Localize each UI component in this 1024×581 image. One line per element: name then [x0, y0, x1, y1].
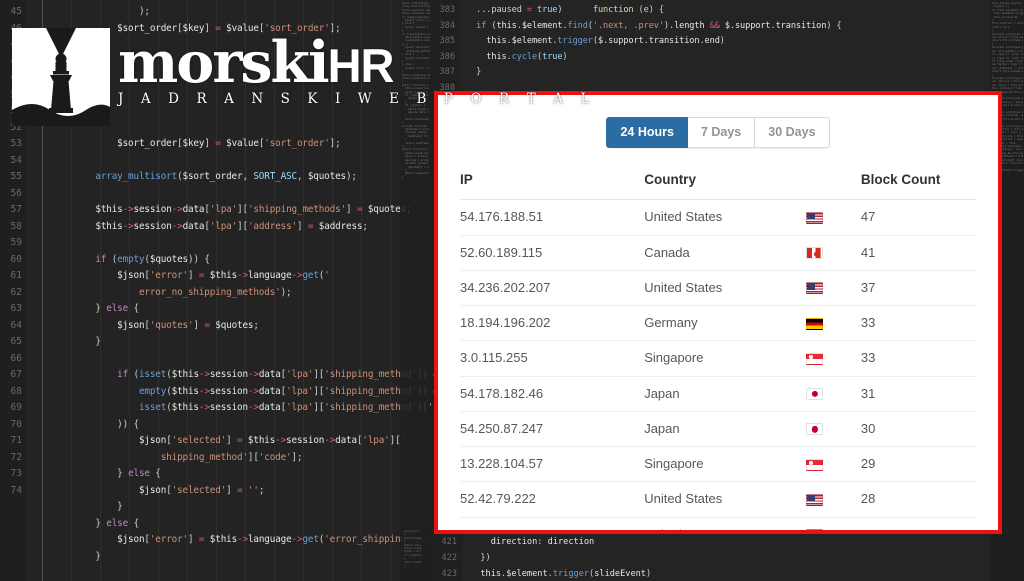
table-row[interactable]: 3.0.115.255 Singapore 33	[460, 340, 976, 377]
cell-country: Canada	[644, 235, 807, 271]
cell-ip: 52.60.189.115	[460, 235, 645, 271]
tab-24-hours[interactable]: 24 Hours	[606, 117, 688, 149]
brand-logo: morskiHR J A D R A N S K I W E B P O R T…	[12, 28, 596, 126]
table-row[interactable]: 13.228.104.57 Singapore 29	[460, 446, 976, 483]
flag-icon-us	[806, 211, 824, 224]
cell-country: United States	[644, 199, 807, 236]
js-bottom-code-text: direction: direction }) this.$element.tr…	[470, 537, 652, 579]
table-row[interactable]: 18.221.206.247United States 28	[460, 517, 976, 530]
cell-block-count: 33	[860, 340, 976, 377]
cell-country: Germany	[644, 305, 807, 342]
cell-flag	[806, 199, 861, 236]
flag-icon-sg	[806, 352, 824, 365]
cell-flag	[806, 235, 861, 271]
flag-icon-us	[806, 282, 824, 295]
cell-ip: 54.178.182.46	[460, 376, 645, 412]
tab-30-days[interactable]: 30 Days	[755, 117, 830, 149]
cell-ip: 3.0.115.255	[460, 340, 645, 377]
cell-country: Japan	[644, 376, 807, 412]
cell-block-count: 30	[860, 411, 976, 448]
cell-country: Singapore	[644, 340, 807, 377]
cell-block-count: 28	[860, 481, 976, 518]
flag-icon-de	[806, 317, 824, 330]
cell-flag	[806, 376, 861, 412]
cell-flag	[806, 305, 861, 342]
column-header-block-count[interactable]: Block Count	[860, 168, 976, 201]
cell-country: Singapore	[644, 446, 807, 483]
cell-block-count: 29	[860, 446, 976, 483]
flag-icon-jp	[806, 388, 824, 401]
table-row[interactable]: 52.60.189.115 Canada 41	[460, 235, 976, 271]
cell-block-count: 28	[861, 517, 976, 530]
blocked-ips-table: IP Country Block Count 54.176.188.51 Unit…	[460, 168, 976, 530]
blocked-ips-card: 24 Hours 7 Days 30 Days IP Country Block…	[434, 91, 1002, 534]
table-row[interactable]: 54.178.182.46 Japan 31	[460, 376, 976, 412]
cell-country: United States	[644, 270, 807, 307]
flag-icon-ca	[806, 247, 824, 260]
cell-block-count: 41	[860, 235, 976, 271]
table-head: IP Country Block Count	[460, 168, 976, 201]
cell-ip: 13.228.104.57	[460, 446, 645, 483]
editor-minimap-lower[interactable]: $json['err } $this->resp } public func $…	[402, 528, 430, 581]
cell-flag	[806, 517, 860, 530]
cell-block-count: 31	[860, 376, 976, 412]
cell-ip: 18.221.206.247	[460, 517, 644, 530]
cell-ip: 54.176.188.51	[460, 199, 645, 236]
js-bottom-line-numbers: 421 422 423	[430, 530, 462, 581]
tab-7-days[interactable]: 7 Days	[687, 117, 756, 149]
flag-icon-us	[806, 529, 824, 530]
cell-flag	[806, 270, 861, 307]
table-row[interactable]: 52.42.79.222 United States 28	[460, 481, 976, 518]
lighthouse-icon	[12, 28, 110, 126]
table-header-row: IP Country Block Count	[460, 168, 976, 201]
cell-flag	[806, 411, 861, 448]
flag-icon-jp	[806, 423, 824, 436]
column-header-flag	[806, 168, 861, 201]
column-header-country[interactable]: Country	[644, 168, 807, 201]
cell-ip: 34.236.202.207	[460, 270, 645, 307]
cell-country: United States	[644, 517, 806, 530]
flag-icon-sg	[806, 458, 824, 471]
cell-ip: 18.194.196.202	[460, 305, 645, 342]
brand-tagline: J A D R A N S K I W E B P O R T A L	[118, 91, 597, 107]
brand-wordmark: morskiHR J A D R A N S K I W E B P O R T…	[118, 34, 596, 107]
table-row[interactable]: 18.194.196.202 Germany 33	[460, 305, 976, 342]
cell-ip: 54.250.87.247	[460, 411, 645, 448]
table-row[interactable]: 54.176.188.51 United States 47	[460, 199, 976, 236]
cell-country: United States	[644, 481, 807, 518]
cell-ip: 52.42.79.222	[460, 481, 645, 518]
cell-flag	[806, 340, 861, 377]
cell-country: Japan	[644, 411, 807, 448]
flag-icon-us	[806, 493, 824, 506]
cell-block-count: 37	[860, 270, 976, 307]
cell-block-count: 33	[860, 305, 976, 342]
table-body: 54.176.188.51 United States 47 52.60.189.11…	[460, 199, 976, 530]
js-editor-panel-bottom: 421 422 423 direction: direction }) this…	[430, 530, 990, 581]
cell-block-count: 47	[860, 199, 976, 236]
brand-name-accent: HR	[327, 39, 395, 92]
brand-name: morskiHR	[118, 29, 395, 96]
screenshot-stage: 45 46 47 48 49 50 51 52 53 54 55 56 57 5…	[0, 0, 1024, 581]
cell-flag	[806, 481, 861, 518]
card-body: 24 Hours 7 Days 30 Days IP Country Block…	[438, 95, 998, 530]
table-row[interactable]: 54.250.87.247 Japan 30	[460, 411, 976, 448]
cell-flag	[806, 446, 861, 483]
column-header-ip[interactable]: IP	[460, 168, 645, 201]
tab-group: 24 Hours 7 Days 30 Days	[606, 117, 830, 149]
table-row[interactable]: 34.236.202.207 United States 37	[460, 270, 976, 307]
